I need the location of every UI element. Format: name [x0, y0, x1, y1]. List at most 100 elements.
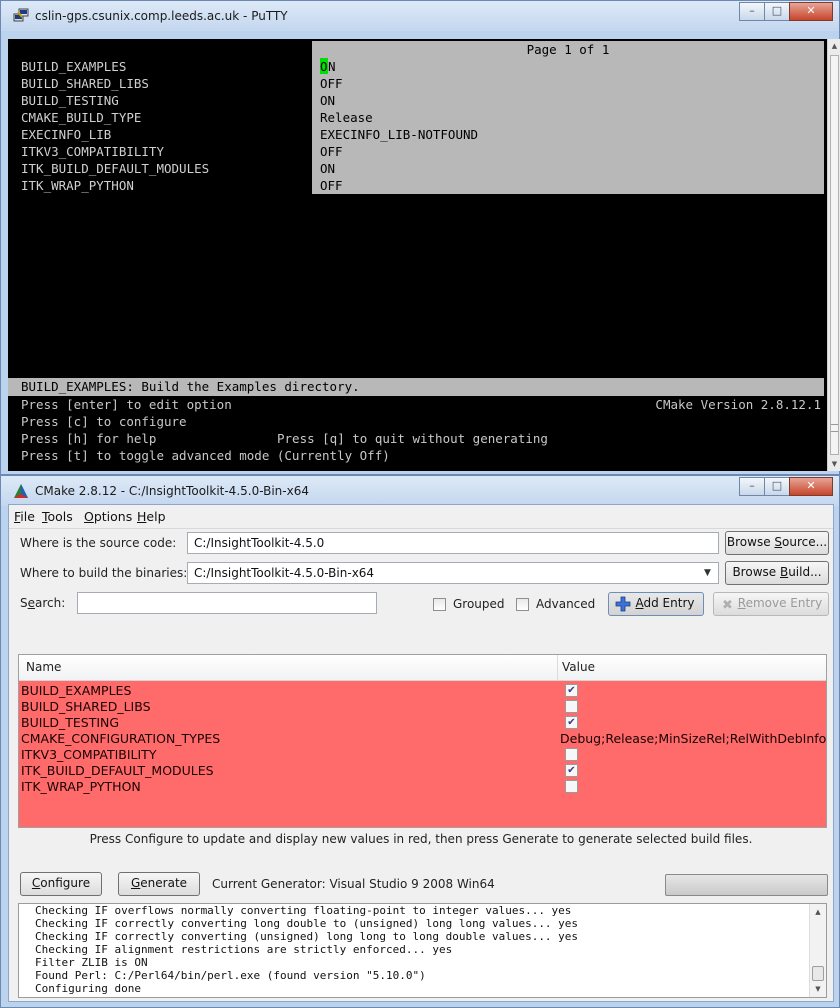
- browse-source-button[interactable]: Browse Source...: [725, 531, 829, 555]
- option-key: ITKV3_COMPATIBILITY: [21, 144, 164, 159]
- build-path-combo[interactable]: C:/InsightToolkit-4.5.0-Bin-x64: [187, 562, 719, 584]
- entry-name: ITK_BUILD_DEFAULT_MODULES: [21, 763, 214, 778]
- instruction-text: Press Configure to update and display ne…: [89, 832, 753, 846]
- table-row[interactable]: BUILD_EXAMPLES ✔: [19, 683, 826, 699]
- maximize-icon: □: [771, 479, 783, 492]
- browse-build-button[interactable]: Browse Build...: [725, 561, 829, 585]
- footer-line: Press [c] to configure: [21, 414, 187, 429]
- minimize-icon: –: [749, 4, 755, 17]
- maximize-button[interactable]: □: [764, 2, 790, 21]
- chevron-down-icon[interactable]: ▼: [704, 568, 711, 578]
- option-row[interactable]: CMAKE_BUILD_TYPE Release: [8, 109, 824, 126]
- close-button[interactable]: ✕: [789, 477, 833, 496]
- build-label: Where to build the binaries:: [20, 566, 188, 580]
- option-value[interactable]: Release: [312, 109, 824, 126]
- page-indicator: Page 1 of 1: [312, 41, 824, 58]
- entry-checkbox[interactable]: [565, 700, 578, 713]
- minimize-icon: –: [749, 479, 755, 492]
- log-line: Checking IF correctly converting long do…: [35, 917, 579, 930]
- log-line: Configuring done: [35, 982, 141, 995]
- table-row[interactable]: BUILD_SHARED_LIBS: [19, 699, 826, 715]
- advanced-checkbox[interactable]: [516, 598, 529, 611]
- remove-entry-button[interactable]: ✖ Remove Entry: [713, 592, 829, 616]
- option-value[interactable]: EXECINFO_LIB-NOTFOUND: [312, 126, 824, 143]
- output-log[interactable]: ▲ ▼ Checking IF overflows normally conve…: [18, 903, 827, 998]
- search-label: Search:: [20, 596, 66, 610]
- minimize-button[interactable]: –: [739, 477, 765, 496]
- scrollbar-thumb[interactable]: [830, 55, 839, 455]
- option-row[interactable]: EXECINFO_LIB EXECINFO_LIB-NOTFOUND: [8, 126, 824, 143]
- terminal[interactable]: Page 1 of 1 BUILD_EXAMPLES ON BUILD_SHARED…: [8, 39, 827, 471]
- option-key: EXECINFO_LIB: [21, 127, 112, 142]
- source-path-field[interactable]: C:/InsightToolkit-4.5.0: [187, 532, 719, 554]
- entry-checkbox[interactable]: ✔: [565, 684, 578, 697]
- entry-checkbox[interactable]: ✔: [565, 716, 578, 729]
- generator-label: Current Generator: Visual Studio 9 2008 …: [212, 877, 495, 891]
- log-line: Checking IF correctly converting (unsign…: [35, 930, 579, 943]
- table-row[interactable]: BUILD_TESTING ✔: [19, 715, 826, 731]
- entry-checkbox[interactable]: [565, 748, 578, 761]
- add-entry-button[interactable]: Add Entry: [608, 592, 704, 616]
- scroll-up-icon[interactable]: ▲: [828, 39, 840, 53]
- maximize-button[interactable]: □: [764, 477, 790, 496]
- entry-checkbox[interactable]: ✔: [565, 764, 578, 777]
- menu-file[interactable]: File: [14, 509, 35, 524]
- table-row[interactable]: CMAKE_CONFIGURATION_TYPES Debug;Release;M…: [19, 731, 826, 747]
- entry-name: BUILD_SHARED_LIBS: [21, 699, 151, 714]
- ccmake-option-list[interactable]: BUILD_EXAMPLES ON BUILD_SHARED_LIBS OFF BUIL…: [8, 58, 824, 194]
- menu-tools[interactable]: Tools: [42, 509, 73, 524]
- entry-name: ITK_WRAP_PYTHON: [21, 779, 141, 794]
- generate-button[interactable]: Generate: [118, 872, 200, 896]
- option-key: ITK_BUILD_DEFAULT_MODULES: [21, 161, 210, 176]
- table-row[interactable]: ITK_WRAP_PYTHON: [19, 779, 826, 795]
- option-value[interactable]: OFF: [312, 177, 824, 194]
- table-row[interactable]: ITK_BUILD_DEFAULT_MODULES ✔: [19, 763, 826, 779]
- scrollbar-thumb[interactable]: [812, 966, 824, 981]
- cache-table[interactable]: Name Value BUILD_EXAMPLES ✔ BUILD_SHARED_L…: [18, 654, 827, 828]
- menu-options[interactable]: Options: [84, 509, 132, 524]
- entry-value[interactable]: Debug;Release;MinSizeRel;RelWithDebInfo: [560, 731, 826, 746]
- configure-button[interactable]: Configure: [20, 872, 102, 896]
- menu-help[interactable]: Help: [137, 509, 166, 524]
- log-line: Checking IF alignment restrictions are s…: [35, 943, 453, 956]
- option-value[interactable]: ON: [312, 58, 824, 75]
- footer-line: Press [h] for help: [21, 431, 157, 446]
- plus-icon: [615, 596, 631, 619]
- option-key: BUILD_EXAMPLES: [21, 59, 127, 74]
- option-value[interactable]: ON: [312, 160, 824, 177]
- option-value[interactable]: ON: [312, 92, 824, 109]
- column-header-value[interactable]: Value: [562, 660, 595, 674]
- option-row[interactable]: BUILD_EXAMPLES ON: [8, 58, 824, 75]
- table-row[interactable]: ITKV3_COMPATIBILITY: [19, 747, 826, 763]
- entry-checkbox[interactable]: [565, 780, 578, 793]
- grouped-checkbox[interactable]: [433, 598, 446, 611]
- maximize-icon: □: [771, 4, 783, 17]
- entry-name: BUILD_TESTING: [21, 715, 120, 730]
- minimize-button[interactable]: –: [739, 2, 765, 21]
- option-row[interactable]: ITKV3_COMPATIBILITY OFF: [8, 143, 824, 160]
- entry-name: ITKV3_COMPATIBILITY: [21, 747, 157, 762]
- option-row[interactable]: ITK_BUILD_DEFAULT_MODULES ON: [8, 160, 824, 177]
- search-input[interactable]: [77, 592, 377, 614]
- option-key: BUILD_SHARED_LIBS: [21, 76, 149, 91]
- option-value[interactable]: OFF: [312, 75, 824, 92]
- close-button[interactable]: ✕: [789, 2, 833, 21]
- log-line: Checking IF overflows normally convertin…: [35, 904, 572, 917]
- putty-titlebar[interactable]: cslin-gps.csunix.comp.leeds.ac.uk - PuTT…: [1, 1, 839, 31]
- cache-entries: BUILD_EXAMPLES ✔ BUILD_SHARED_LIBS BUILD_TE…: [19, 681, 826, 827]
- column-divider[interactable]: [557, 655, 558, 681]
- scroll-down-icon[interactable]: ▼: [828, 457, 840, 471]
- scroll-down-icon[interactable]: ▼: [810, 981, 826, 997]
- putty-window: cslin-gps.csunix.comp.leeds.ac.uk - PuTT…: [0, 0, 840, 475]
- option-value[interactable]: OFF: [312, 143, 824, 160]
- option-help-bar: BUILD_EXAMPLES: Build the Examples direc…: [8, 378, 824, 396]
- scroll-up-icon[interactable]: ▲: [810, 904, 826, 920]
- option-row[interactable]: BUILD_SHARED_LIBS OFF: [8, 75, 824, 92]
- source-label: Where is the source code:: [20, 536, 177, 550]
- option-row[interactable]: BUILD_TESTING ON: [8, 92, 824, 109]
- cmake-titlebar[interactable]: CMake 2.8.12 - C:/InsightToolkit-4.5.0-B…: [1, 476, 839, 506]
- terminal-scrollbar[interactable]: ▲ ▼: [827, 39, 840, 471]
- option-row[interactable]: ITK_WRAP_PYTHON OFF: [8, 177, 824, 194]
- column-header-name[interactable]: Name: [26, 660, 61, 674]
- log-scrollbar[interactable]: ▲ ▼: [809, 904, 826, 997]
